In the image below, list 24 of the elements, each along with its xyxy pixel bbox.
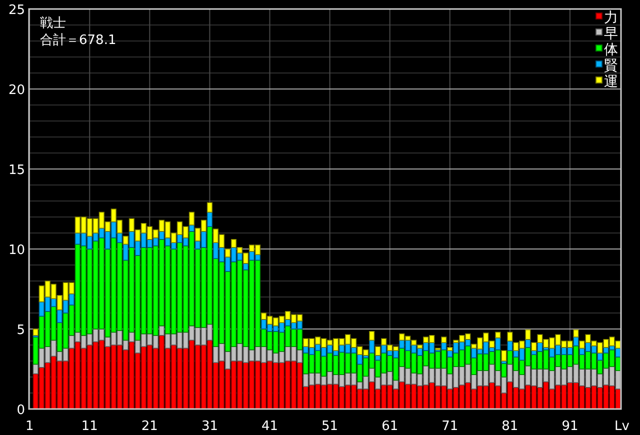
x-tick-label: 31 (201, 419, 218, 434)
y-tick-label: 10 (8, 243, 25, 258)
x-tick-label: 41 (262, 419, 278, 434)
y-tick-label: 15 (8, 163, 25, 178)
y-tick-label: 0 (16, 403, 25, 418)
x-tick-label: 21 (141, 419, 158, 434)
legend-label: 賢 (604, 58, 618, 74)
legend-label: 体 (604, 42, 618, 58)
y-tick-label: 5 (16, 323, 25, 338)
legend-label: 運 (604, 74, 618, 90)
legend-label: 早 (604, 26, 618, 42)
x-tick-label: 1 (25, 419, 34, 434)
x-axis-label: Lv (614, 419, 630, 434)
y-tick-label: 20 (8, 83, 25, 98)
y-tick-label: 25 (8, 3, 25, 18)
x-tick-label: 91 (562, 419, 578, 434)
x-tick-label: 61 (382, 419, 398, 434)
chart-title: 戦士 (40, 16, 66, 31)
x-tick-label: 51 (322, 419, 338, 434)
x-tick-label: 81 (502, 419, 518, 434)
x-tick-label: 11 (81, 419, 98, 434)
x-tick-label: 71 (442, 419, 458, 434)
legend-label: 力 (604, 10, 618, 26)
total-label: 合計＝678.1 (40, 33, 116, 48)
